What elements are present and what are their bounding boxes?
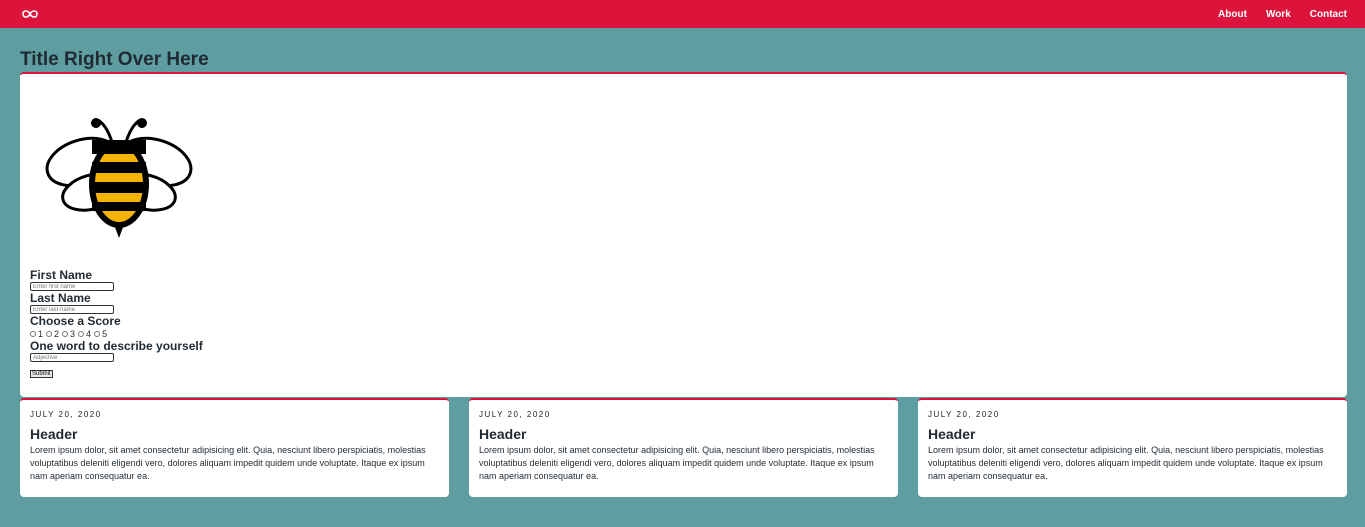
describe-word-input[interactable] (30, 353, 114, 362)
score-option-2[interactable]: 2 (46, 329, 62, 339)
article-card: JULY 20, 2020 Header Lorem ipsum dolor, … (918, 398, 1347, 497)
last-name-label: Last Name (30, 291, 91, 305)
score-radio-4[interactable] (78, 330, 85, 337)
card-header: Header (928, 426, 976, 442)
submit-button[interactable]: Submit (30, 370, 53, 378)
card-body: Lorem ipsum dolor, sit amet consectetur … (479, 445, 875, 481)
score-radio-1[interactable] (30, 330, 36, 337)
score-option-5[interactable]: 5 (94, 329, 110, 339)
score-option-4[interactable]: 4 (78, 329, 94, 339)
card-header: Header (30, 426, 78, 442)
page-title: Title Right Over Here (20, 49, 209, 70)
nav-link-about[interactable]: About (1218, 9, 1247, 20)
main-card: First Name Last Name Choose a Score 1 2 … (20, 72, 1347, 397)
score-radio-group: 1 2 3 4 5 (30, 328, 203, 339)
card-header: Header (479, 426, 527, 442)
card-row: JULY 20, 2020 Header Lorem ipsum dolor, … (20, 398, 1347, 497)
nav-link-work[interactable]: Work (1266, 9, 1291, 20)
score-option-1[interactable]: 1 (30, 329, 46, 339)
score-radio-3[interactable] (62, 330, 69, 337)
profile-form: First Name Last Name Choose a Score 1 2 … (30, 268, 203, 380)
nav-links: About Work Contact (1199, 9, 1347, 20)
last-name-input[interactable] (30, 305, 114, 314)
card-date: JULY 20, 2020 (928, 410, 1000, 419)
score-option-3[interactable]: 3 (62, 329, 78, 339)
first-name-label: First Name (30, 268, 93, 282)
score-radio-2[interactable] (46, 330, 53, 337)
first-name-input[interactable] (30, 282, 114, 291)
article-card: JULY 20, 2020 Header Lorem ipsum dolor, … (469, 398, 898, 497)
article-card: JULY 20, 2020 Header Lorem ipsum dolor, … (20, 398, 449, 497)
infinity-icon[interactable] (20, 8, 40, 20)
top-navbar: About Work Contact (0, 0, 1365, 28)
card-body: Lorem ipsum dolor, sit amet consectetur … (928, 445, 1324, 481)
card-date: JULY 20, 2020 (479, 410, 551, 419)
card-date: JULY 20, 2020 (30, 410, 102, 419)
score-radio-5[interactable] (94, 330, 101, 337)
card-body: Lorem ipsum dolor, sit amet consectetur … (30, 445, 426, 481)
describe-word-label: One word to describe yourself (30, 339, 203, 353)
score-label: Choose a Score (30, 314, 121, 328)
bee-icon (42, 110, 196, 245)
nav-link-contact[interactable]: Contact (1310, 9, 1347, 20)
